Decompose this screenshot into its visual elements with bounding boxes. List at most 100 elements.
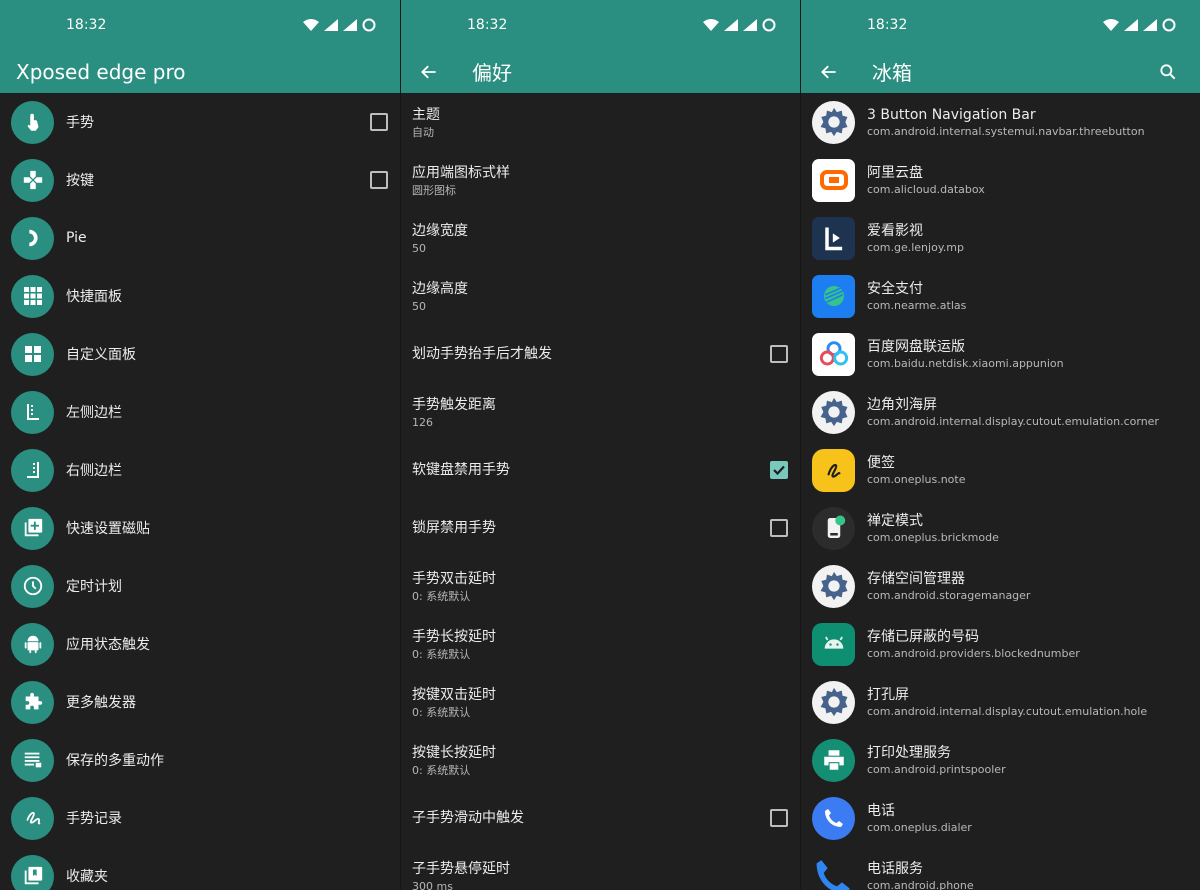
app-name: 边角刘海屏 (867, 396, 937, 413)
menu-item-custom-panel[interactable]: 自定义面板 (0, 325, 400, 383)
menu-item-quick-panel[interactable]: 快捷面板 (0, 267, 400, 325)
back-arrow-icon[interactable] (817, 60, 841, 84)
pref-key-long-press-delay[interactable]: 按键长按延时 0: 系统默认 (401, 731, 800, 789)
menu-item-label: Pie (66, 230, 87, 246)
back-arrow-icon[interactable] (417, 60, 441, 84)
preference-list: 主题 自动 应用端图标式样 圆形图标 边缘宽度 50 边缘高度 50 划动手势抬手后才触… (401, 93, 800, 890)
pref-lockscreen-disable-gesture[interactable]: 锁屏禁用手势 (401, 499, 800, 557)
app-package: com.android.internal.display.cutout.emul… (867, 704, 1148, 718)
keyboard-disable-checkbox[interactable] (770, 461, 788, 479)
pref-summary: 0: 系统默认 (412, 763, 471, 777)
pref-trigger-on-lift[interactable]: 划动手势抬手后才触发 (401, 325, 800, 383)
menu-item-label: 手势 (66, 115, 94, 131)
pref-summary: 自动 (412, 125, 434, 139)
app-list-item[interactable]: 边角刘海屏 com.android.internal.display.cutout… (801, 383, 1200, 441)
pref-summary: 圆形图标 (412, 183, 456, 197)
pref-gesture-distance[interactable]: 手势触发距离 126 (401, 383, 800, 441)
app-list-item[interactable]: 爱看影视 com.ge.lenjoy.mp (801, 209, 1200, 267)
android-app-icon (812, 622, 855, 666)
keys-checkbox[interactable] (370, 171, 388, 189)
signal-icon (343, 19, 357, 31)
pref-title: 按键长按延时 (412, 744, 496, 761)
app-list-item[interactable]: 百度网盘联运版 com.baidu.netdisk.xiaomi.appunion (801, 325, 1200, 383)
app-list-item[interactable]: 打印处理服务 com.android.printspooler (801, 731, 1200, 789)
pref-subgesture-hover-delay[interactable]: 子手势悬停延时 300 ms (401, 847, 800, 890)
collection-icon (11, 854, 54, 890)
pref-key-double-tap-delay[interactable]: 按键双击延时 0: 系统默认 (401, 673, 800, 731)
menu-item-right-sidebar[interactable]: 右侧边栏 (0, 441, 400, 499)
lockscreen-disable-checkbox[interactable] (770, 519, 788, 537)
list-icon (11, 738, 54, 782)
app-package: com.oneplus.dialer (867, 820, 972, 834)
android-icon (11, 622, 54, 666)
app-bar: Xposed edge pro (0, 50, 400, 93)
pref-gesture-double-tap-delay[interactable]: 手势双击延时 0: 系统默认 (401, 557, 800, 615)
pref-title: 子手势滑动中触发 (412, 810, 524, 826)
pref-title: 边缘宽度 (412, 222, 468, 239)
gesture-checkbox[interactable] (370, 113, 388, 131)
pref-edge-width[interactable]: 边缘宽度 50 (401, 209, 800, 267)
app-list-item[interactable]: 禅定模式 com.oneplus.brickmode (801, 499, 1200, 557)
app-list-item[interactable]: 3 Button Navigation Bar com.android.inter… (801, 93, 1200, 151)
signal-icon (1143, 19, 1157, 31)
app-list-item[interactable]: 安全支付 com.nearme.atlas (801, 267, 1200, 325)
subgesture-sliding-checkbox[interactable] (770, 809, 788, 827)
status-time: 18:32 (867, 17, 908, 33)
menu-item-label: 应用状态触发 (66, 637, 150, 653)
app-list-item[interactable]: 便签 com.oneplus.note (801, 441, 1200, 499)
app-name: 打印处理服务 (867, 744, 951, 761)
menu-item-keys[interactable]: 按键 (0, 151, 400, 209)
menu-list: 手势 按键 Pie 快捷面板 自定义面板 左侧边栏 右侧边栏 快速设置磁贴 定时… (0, 93, 400, 890)
menu-item-label: 定时计划 (66, 579, 122, 595)
menu-item-app-state-trigger[interactable]: 应用状态触发 (0, 615, 400, 673)
alicloud-icon (812, 158, 855, 202)
status-icons (703, 18, 776, 32)
menu-item-label: 自定义面板 (66, 347, 136, 363)
menu-item-quick-settings-tile[interactable]: 快速设置磁贴 (0, 499, 400, 557)
pref-summary: 300 ms (412, 879, 453, 890)
pref-title: 边缘高度 (412, 280, 468, 297)
menu-item-schedule[interactable]: 定时计划 (0, 557, 400, 615)
app-name: 3 Button Navigation Bar (867, 106, 1036, 123)
app-list-item[interactable]: 打孔屏 com.android.internal.display.cutout.e… (801, 673, 1200, 731)
menu-item-label: 按键 (66, 173, 94, 189)
menu-item-label: 快捷面板 (66, 289, 122, 305)
pref-summary: 0: 系统默认 (412, 589, 471, 603)
menu-item-more-triggers[interactable]: 更多触发器 (0, 673, 400, 731)
secure-pay-icon (812, 274, 855, 318)
menu-item-left-sidebar[interactable]: 左侧边栏 (0, 383, 400, 441)
app-list-item[interactable]: 阿里云盘 com.alicloud.databox (801, 151, 1200, 209)
app-list-item[interactable]: 存储空间管理器 com.android.storagemanager (801, 557, 1200, 615)
app-package: com.alicloud.databox (867, 182, 985, 196)
trigger-on-lift-checkbox[interactable] (770, 345, 788, 363)
pref-edge-height[interactable]: 边缘高度 50 (401, 267, 800, 325)
menu-item-gesture[interactable]: 手势 (0, 93, 400, 151)
pref-theme[interactable]: 主题 自动 (401, 93, 800, 151)
app-list-item[interactable]: 电话 com.oneplus.dialer (801, 789, 1200, 847)
pref-icon-style[interactable]: 应用端图标式样 圆形图标 (401, 151, 800, 209)
signal-icon (724, 19, 738, 31)
pref-subgesture-trigger-while-sliding[interactable]: 子手势滑动中触发 (401, 789, 800, 847)
pref-keyboard-disable-gesture[interactable]: 软键盘禁用手势 (401, 441, 800, 499)
app-name: 阿里云盘 (867, 164, 923, 181)
status-time: 18:32 (66, 17, 107, 33)
app-package: com.android.phone (867, 878, 974, 890)
app-package: com.oneplus.brickmode (867, 530, 999, 544)
app-package: com.oneplus.note (867, 472, 966, 486)
menu-item-saved-multi-actions[interactable]: 保存的多重动作 (0, 731, 400, 789)
app-list-item[interactable]: 电话服务 com.android.phone (801, 847, 1200, 890)
app-list-item[interactable]: 存储已屏蔽的号码 com.android.providers.blockednum… (801, 615, 1200, 673)
search-icon[interactable] (1156, 60, 1180, 84)
app-title: Xposed edge pro (16, 59, 186, 84)
screen-preferences: 18:32 偏好 主题 自动 应用端图标式样 圆形图标 边缘宽度 50 边缘高度… (400, 0, 800, 890)
pref-title: 锁屏禁用手势 (412, 520, 496, 536)
pref-gesture-long-press-delay[interactable]: 手势长按延时 0: 系统默认 (401, 615, 800, 673)
pref-title: 软键盘禁用手势 (412, 462, 510, 478)
menu-item-pie[interactable]: Pie (0, 209, 400, 267)
app-name: 存储空间管理器 (867, 570, 965, 587)
menu-item-favorites[interactable]: 收藏夹 (0, 847, 400, 890)
pref-summary: 0: 系统默认 (412, 705, 471, 719)
app-package: com.nearme.atlas (867, 298, 967, 312)
menu-item-gesture-record[interactable]: 手势记录 (0, 789, 400, 847)
pref-title: 按键双击延时 (412, 686, 496, 703)
